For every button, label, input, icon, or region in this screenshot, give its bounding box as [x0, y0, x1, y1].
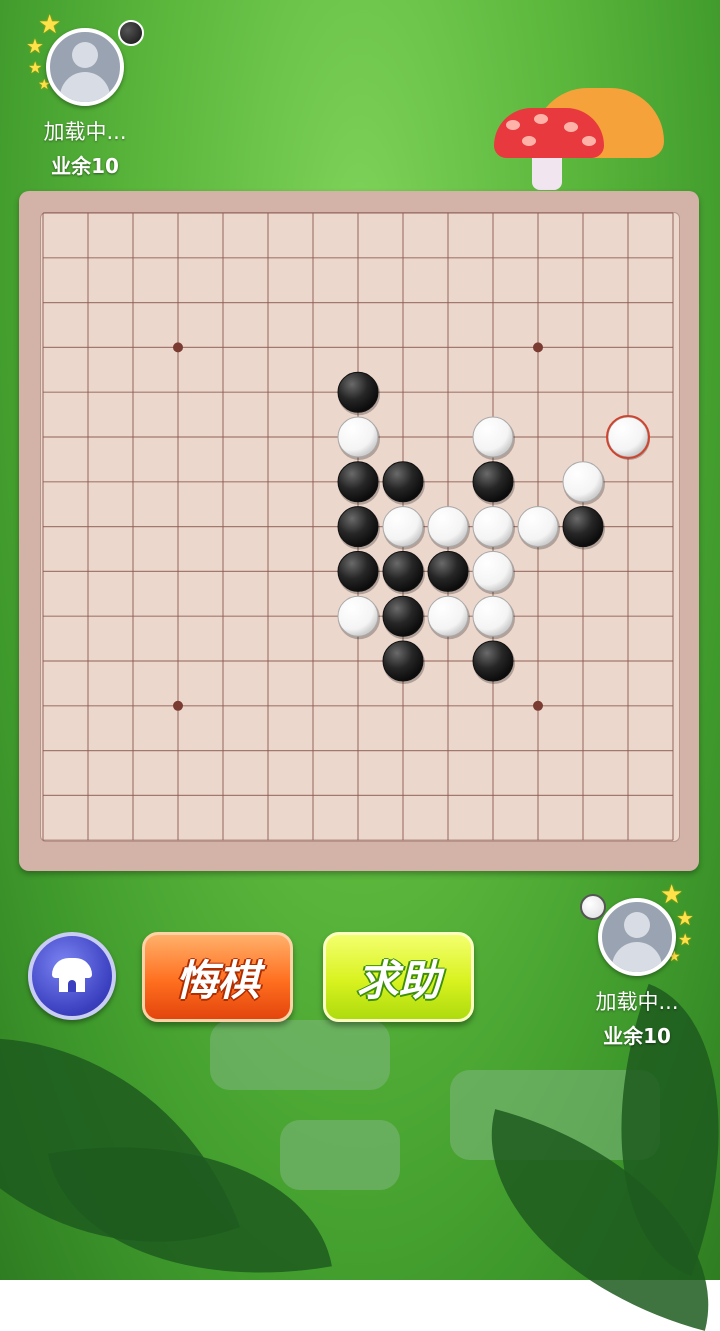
- player-top-level: 业余10: [51, 154, 119, 178]
- white-stone: [472, 416, 514, 458]
- mushroom-decoration: [494, 88, 664, 193]
- player-top-name: 加载中...: [43, 120, 127, 144]
- black-stone: [562, 506, 604, 548]
- black-stone: [337, 506, 379, 548]
- player-bottom-name: 加载中...: [595, 990, 679, 1014]
- white-stone: [472, 550, 514, 592]
- black-stone: [472, 461, 514, 503]
- gomoku-board[interactable]: [19, 191, 699, 871]
- black-stone: [337, 371, 379, 413]
- background-rock: [280, 1120, 400, 1190]
- home-button[interactable]: [28, 932, 116, 1020]
- black-stone: [382, 550, 424, 592]
- white-stone: [427, 595, 469, 637]
- white-stone: [472, 595, 514, 637]
- white-stone: [562, 461, 604, 503]
- white-stone-indicator: [580, 894, 606, 920]
- board-grid[interactable]: [19, 191, 699, 871]
- star-icon: ★: [678, 930, 693, 949]
- black-stone: [382, 595, 424, 637]
- background-rock: [210, 1020, 390, 1090]
- star-icon: ★: [26, 34, 44, 58]
- player-bottom-avatar[interactable]: [598, 898, 676, 976]
- black-stone: [337, 461, 379, 503]
- hint-button[interactable]: 求助: [323, 932, 474, 1022]
- black-stone: [337, 550, 379, 592]
- undo-move-button[interactable]: 悔棋: [142, 932, 293, 1022]
- player-bottom-panel: ★ ★ ★ ★ 加载中... 业余10: [572, 882, 702, 1049]
- star-icon: ★: [660, 880, 684, 910]
- black-stone: [382, 640, 424, 682]
- white-stone: [472, 506, 514, 548]
- black-stone-indicator: [118, 20, 144, 46]
- black-stone: [382, 461, 424, 503]
- black-stone: [472, 640, 514, 682]
- star-point: [533, 700, 543, 711]
- white-stone: [337, 416, 379, 458]
- black-stone: [427, 550, 469, 592]
- white-stone: [607, 416, 649, 458]
- white-stone: [382, 506, 424, 548]
- star-icon: ★: [676, 906, 694, 930]
- star-icon: ★: [28, 58, 43, 77]
- star-point: [533, 342, 543, 353]
- home-icon: [52, 958, 92, 992]
- player-top-panel: ★ ★ ★ ★ 加载中... 业余10: [20, 12, 150, 179]
- star-point: [173, 700, 183, 711]
- player-bottom-level: 业余10: [603, 1024, 671, 1048]
- star-point: [173, 342, 183, 353]
- white-stone: [337, 595, 379, 637]
- player-top-avatar[interactable]: [46, 28, 124, 106]
- white-stone: [427, 506, 469, 548]
- white-stone: [517, 506, 559, 548]
